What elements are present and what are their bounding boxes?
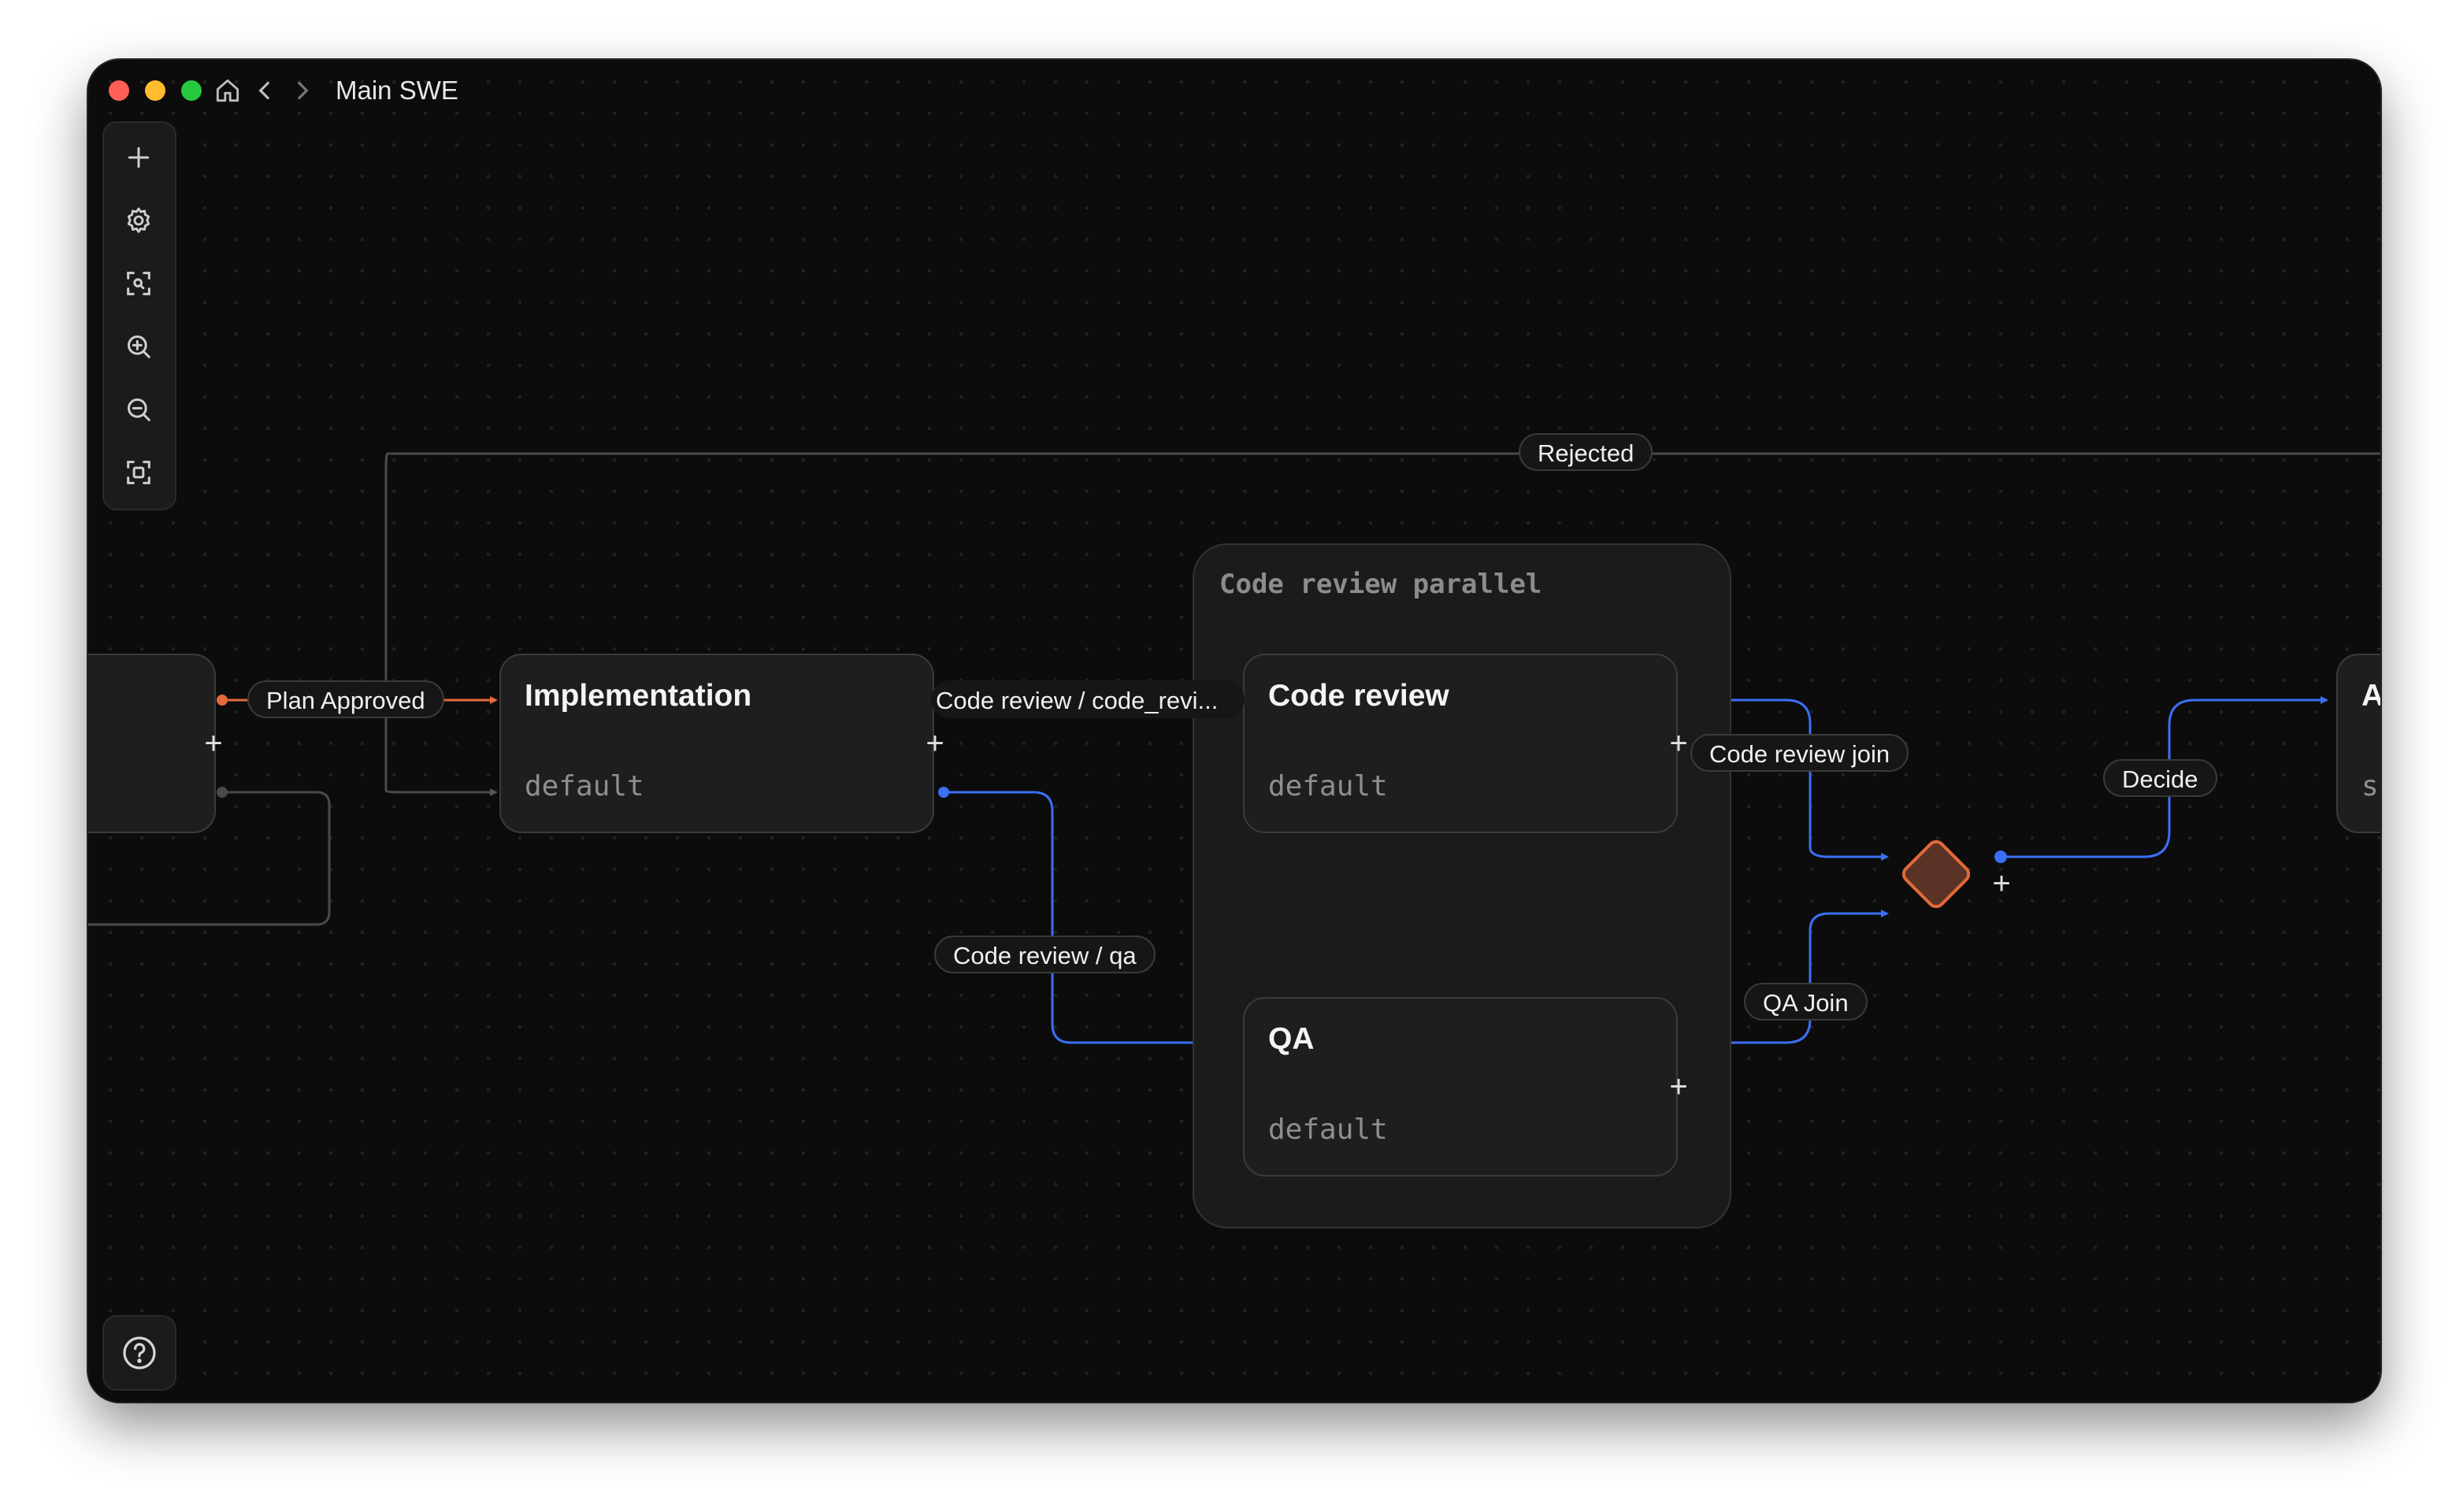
state-node-left-partial[interactable] [88,654,216,833]
node-title: QA [1268,1022,1315,1056]
edge-label-code-review-join[interactable]: Code review join [1690,734,1909,772]
node-subtitle: s [2361,770,2379,802]
state-node-implementation[interactable]: Implementation default [499,654,934,833]
node-title: A [2361,679,2380,713]
plus-icon[interactable] [123,142,154,173]
node-title: Code review [1268,679,1449,713]
edge-label-qa-join[interactable]: QA Join [1744,983,1868,1021]
node-title: Implementation [525,679,752,713]
gear-icon[interactable] [123,205,154,236]
help-icon [123,1336,156,1369]
add-transition-plus-icon[interactable]: + [1990,868,2013,899]
fit-view-icon[interactable] [123,457,154,488]
add-transition-plus-icon[interactable]: + [923,728,947,759]
edge-label-rejected[interactable]: Rejected [1519,433,1653,471]
zoom-out-icon[interactable] [123,394,154,425]
focus-icon[interactable] [123,268,154,299]
help-button[interactable] [102,1315,176,1391]
edge-label-decide[interactable]: Decide [2103,759,2217,797]
add-transition-plus-icon[interactable]: + [1667,1071,1690,1102]
app-window: Main SWE + Implementation default + Code… [88,60,2380,1402]
edge-label-code-review-code[interactable]: Code review / code_revi... [931,680,1245,718]
node-subtitle: default [1268,770,1388,802]
state-node-qa[interactable]: QA default [1243,997,1678,1177]
node-subtitle: default [1268,1114,1388,1146]
zoom-in-icon[interactable] [123,331,154,362]
state-node-right-partial[interactable]: A s [2336,654,2380,833]
edge-label-code-review-qa[interactable]: Code review / qa [934,936,1156,973]
edge-label-plan-approved[interactable]: Plan Approved [247,680,444,718]
add-transition-plus-icon[interactable]: + [202,728,225,759]
state-node-code-review[interactable]: Code review default [1243,654,1678,833]
add-transition-plus-icon[interactable]: + [1667,728,1690,759]
node-subtitle: default [525,770,644,802]
group-label: Code review parallel [1219,569,1542,600]
canvas-toolbar [102,121,176,510]
